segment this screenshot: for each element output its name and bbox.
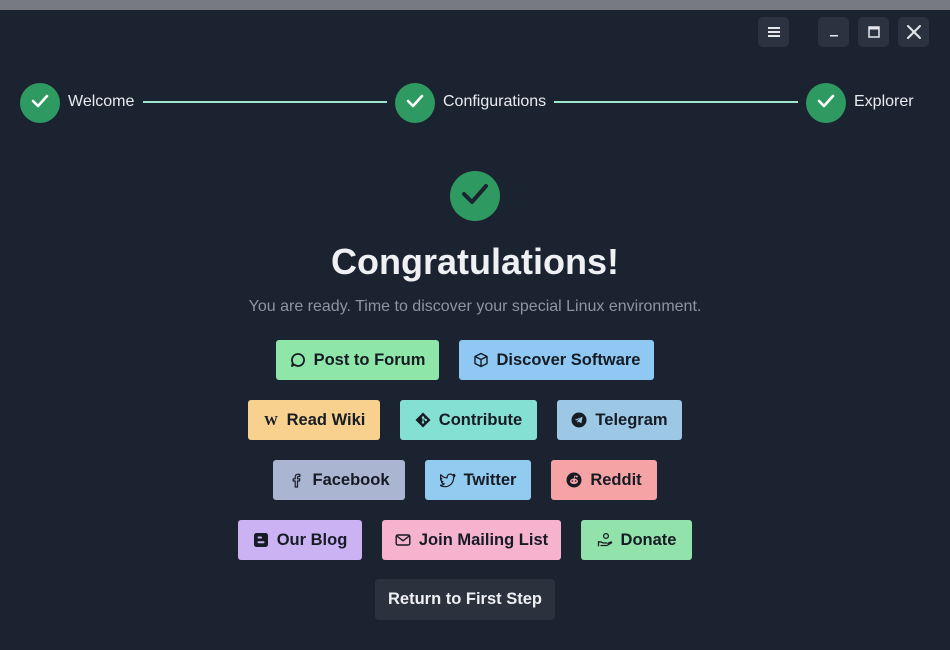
- step-label-welcome: Welcome: [68, 93, 135, 110]
- join-mailing-list-label: Join Mailing List: [418, 530, 549, 549]
- close-icon: [906, 24, 922, 40]
- step-configurations-check: [395, 83, 435, 123]
- svg-text:W: W: [264, 414, 278, 428]
- telegram-icon: [571, 412, 587, 428]
- step-label-configurations: Configurations: [443, 93, 547, 110]
- twitter-label: Twitter: [463, 470, 517, 489]
- reddit-button[interactable]: Reddit: [551, 460, 657, 500]
- checkmark-icon: [31, 94, 49, 113]
- return-to-first-step-button[interactable]: Return to First Step: [375, 579, 555, 620]
- maximize-icon: [867, 26, 880, 38]
- page-subtitle: You are ready. Time to discover your spe…: [248, 298, 702, 315]
- success-check-badge: [450, 171, 500, 221]
- read-wiki-button[interactable]: W Read Wiki: [248, 400, 380, 440]
- checkmark-icon: [406, 94, 424, 113]
- reddit-icon: [566, 472, 582, 488]
- read-wiki-label: Read Wiki: [286, 410, 366, 429]
- twitter-button[interactable]: Twitter: [425, 460, 531, 500]
- our-blog-label: Our Blog: [276, 530, 348, 549]
- page-title: Congratulations!: [331, 241, 619, 282]
- donate-hand-icon: [597, 532, 613, 548]
- facebook-button[interactable]: Facebook: [273, 460, 405, 500]
- minimize-icon: [829, 27, 839, 37]
- menu-button[interactable]: [758, 17, 789, 47]
- mail-icon: [395, 532, 411, 548]
- maximize-button[interactable]: [858, 17, 889, 47]
- contribute-label: Contribute: [438, 410, 523, 429]
- wikipedia-icon: W: [263, 412, 279, 428]
- telegram-button[interactable]: Telegram: [557, 400, 682, 440]
- telegram-label: Telegram: [595, 410, 668, 429]
- post-to-forum-button[interactable]: Post to Forum: [276, 340, 439, 380]
- forum-chat-icon: [290, 352, 306, 368]
- post-to-forum-label: Post to Forum: [313, 350, 426, 369]
- our-blog-button[interactable]: Our Blog: [238, 520, 362, 560]
- blogger-icon: [253, 532, 269, 548]
- step-explorer-check: [806, 83, 846, 123]
- join-mailing-list-button[interactable]: Join Mailing List: [382, 520, 561, 560]
- donate-button[interactable]: Donate: [581, 520, 692, 560]
- hamburger-menu-icon: [767, 27, 780, 37]
- checkmark-icon: [817, 94, 835, 113]
- step-connector: [554, 101, 798, 103]
- step-connector: [143, 101, 387, 103]
- minimize-button[interactable]: [818, 17, 849, 47]
- git-icon: [415, 412, 431, 428]
- facebook-icon: [288, 472, 304, 488]
- step-label-explorer: Explorer: [854, 93, 914, 110]
- twitter-icon: [439, 472, 456, 488]
- step-welcome-check: [20, 83, 60, 123]
- window-top-edge: [0, 0, 950, 10]
- reddit-label: Reddit: [590, 470, 642, 489]
- package-icon: [473, 352, 489, 368]
- donate-label: Donate: [620, 530, 677, 549]
- discover-software-button[interactable]: Discover Software: [459, 340, 654, 380]
- facebook-label: Facebook: [312, 470, 390, 489]
- checkmark-icon: [461, 183, 489, 210]
- contribute-button[interactable]: Contribute: [400, 400, 537, 440]
- close-button[interactable]: [898, 17, 929, 47]
- discover-software-label: Discover Software: [496, 350, 641, 369]
